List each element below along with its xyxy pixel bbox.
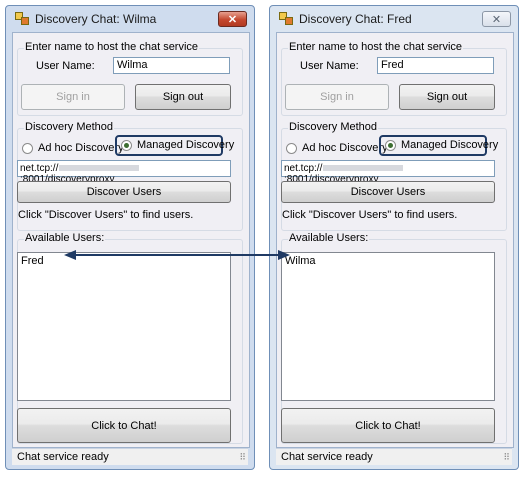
arrow-head-left (64, 250, 76, 260)
double-arrow-icon (64, 250, 290, 260)
arrow-head-right (278, 250, 290, 260)
